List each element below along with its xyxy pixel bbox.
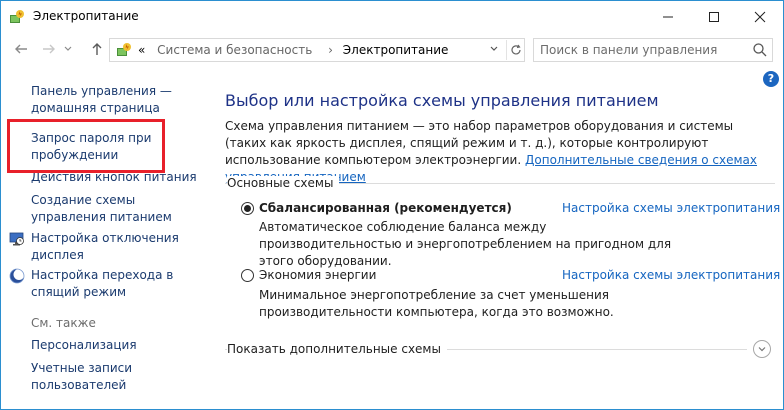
close-button[interactable]: [737, 1, 783, 33]
plan-power-saver-radio[interactable]: [241, 269, 254, 282]
plan-power-saver-settings-link[interactable]: Настройка схемы электропитания: [562, 268, 780, 282]
arrow-left-icon: [15, 44, 27, 54]
sidebar-item-user-accounts[interactable]: Учетные записи пользователей: [31, 360, 171, 394]
maximize-icon: [709, 12, 719, 22]
more-plans-label[interactable]: Показать дополнительные схемы: [227, 342, 447, 356]
up-button[interactable]: [87, 39, 107, 59]
page-title: Выбор или настройка схемы управления пит…: [225, 91, 659, 110]
recent-locations-button[interactable]: [61, 39, 75, 59]
breadcrumb: « Система и безопасность › Электропитани…: [138, 43, 448, 57]
navigation-bar: « Система и безопасность › Электропитани…: [1, 35, 783, 65]
chevron-down-icon: [490, 46, 498, 51]
close-icon: [754, 11, 766, 23]
plan-power-saver-description: Минимальное энергопотребление за счет ум…: [259, 288, 614, 319]
arrow-right-icon: [43, 44, 55, 54]
sidebar-item-sleep[interactable]: Настройка перехода в спящий режим: [31, 267, 206, 301]
back-button[interactable]: [11, 39, 31, 59]
title-bar[interactable]: Электропитание: [1, 1, 783, 33]
refresh-icon: [510, 44, 521, 55]
chevron-down-icon: [64, 46, 72, 51]
maximize-button[interactable]: [691, 1, 737, 33]
highlight-annotation: [7, 119, 165, 173]
chevron-down-icon: [758, 347, 766, 352]
moon-sleep-icon: [9, 268, 25, 284]
breadcrumb-item-security[interactable]: Система и безопасность: [157, 43, 312, 57]
control-panel-icon: [117, 43, 131, 56]
address-bar[interactable]: « Система и безопасность › Электропитани…: [109, 38, 525, 62]
minimize-icon: [663, 16, 673, 18]
sidebar-item-display-off[interactable]: Настройка отключения дисплея: [31, 230, 206, 264]
arrow-up-icon: [92, 43, 102, 55]
see-also-heading: См. также: [31, 316, 96, 330]
group-heading: Основные схемы: [227, 176, 340, 190]
minimize-button[interactable]: [645, 1, 691, 33]
control-panel-window: Электропитание « Система и безопасность …: [0, 0, 784, 410]
search-box[interactable]: [533, 38, 773, 62]
forward-button[interactable]: [39, 39, 59, 59]
expand-more-plans-button[interactable]: [753, 340, 771, 358]
plan-balanced-description: Автоматическое соблюдение баланса между …: [259, 220, 672, 268]
plan-balanced-name[interactable]: Сбалансированная (рекомендуется): [259, 201, 512, 215]
plan-power-saver-name[interactable]: Экономия энергии: [259, 268, 376, 282]
breadcrumb-overflow[interactable]: «: [138, 43, 145, 57]
power-options-icon: [10, 10, 24, 23]
sidebar-item-home[interactable]: Панель управления — домашняя страница: [31, 83, 206, 117]
sidebar-item-create-plan[interactable]: Создание схемы управления питанием: [31, 192, 206, 226]
search-input[interactable]: [534, 39, 748, 61]
search-icon[interactable]: [752, 42, 768, 58]
plan-balanced-settings-link[interactable]: Настройка схемы электропитания: [562, 201, 780, 215]
plan-balanced-radio[interactable]: [241, 202, 254, 215]
address-dropdown-button[interactable]: [488, 43, 502, 57]
display-timer-icon: [9, 232, 24, 246]
sidebar-item-personalization[interactable]: Персонализация: [31, 337, 206, 354]
breadcrumb-item-power[interactable]: Электропитание: [343, 43, 449, 57]
refresh-button[interactable]: [506, 40, 524, 60]
window-title: Электропитание: [33, 9, 139, 23]
help-icon[interactable]: ?: [763, 71, 779, 87]
breadcrumb-separator[interactable]: ›: [328, 43, 333, 57]
